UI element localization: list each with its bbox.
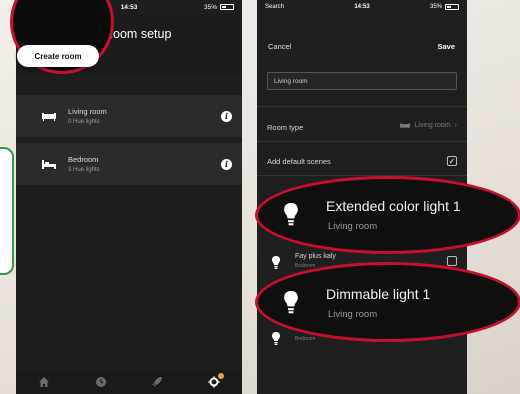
room-name: Bedroom: [68, 155, 99, 164]
status-time: 14:53: [120, 3, 138, 11]
status-battery-percent: 35%: [203, 3, 217, 11]
light-name: Extended color light 1: [326, 198, 461, 214]
bulb-icon: [272, 256, 280, 269]
rocket-icon[interactable]: [150, 375, 164, 389]
room-type-selector[interactable]: Living room ›: [400, 122, 457, 129]
room-row-bedroom[interactable]: Bedroom 3 Hue lights i: [16, 143, 242, 185]
room-type-label: Room type: [267, 123, 304, 132]
chevron-right-icon: ›: [454, 122, 457, 129]
gear-icon[interactable]: [207, 373, 224, 389]
save-button[interactable]: Save: [437, 42, 455, 51]
home-icon[interactable]: [37, 375, 51, 389]
page-title: Room setup: [104, 27, 172, 41]
tab-bar: [16, 370, 242, 394]
status-battery-percent: 35%: [429, 4, 442, 10]
sofa-icon: [42, 111, 56, 121]
sofa-icon: [400, 123, 411, 128]
background-card: [0, 147, 14, 275]
room-name-input[interactable]: [267, 72, 457, 90]
bulb-icon: [284, 203, 298, 226]
divider: [257, 141, 467, 142]
room-row-living-room[interactable]: Living room 0 Hue lights i: [16, 95, 242, 137]
default-scenes-checkbox[interactable]: ✓: [447, 156, 457, 166]
info-icon[interactable]: i: [221, 110, 232, 122]
light-room: Living room: [328, 309, 378, 320]
cancel-button[interactable]: Cancel: [268, 42, 291, 51]
clock-icon[interactable]: [94, 375, 108, 389]
info-icon[interactable]: i: [221, 158, 232, 170]
light-checkbox[interactable]: [447, 256, 457, 266]
light-name: Dimmable light 1: [326, 286, 431, 302]
highlighted-light-dimmable[interactable]: Dimmable light 1 Living room: [255, 262, 520, 342]
notification-badge: [217, 373, 224, 379]
light-name: Fay plus kaly: [295, 253, 336, 260]
bulb-icon: [272, 332, 280, 345]
bed-icon: [42, 159, 56, 169]
divider: [257, 106, 467, 107]
battery-icon: [445, 4, 459, 10]
status-carrier: Search: [265, 4, 285, 10]
room-light-count: 3 Hue lights: [68, 167, 100, 173]
create-room-button[interactable]: Create room: [17, 45, 99, 67]
light-room: Bedroom: [295, 336, 316, 342]
light-room: Living room: [328, 221, 378, 232]
status-bar: Search 14:53 35%: [257, 0, 467, 14]
status-time: 14:53: [354, 4, 370, 10]
battery-icon: [220, 4, 234, 10]
room-name: Living room: [68, 107, 107, 116]
bulb-icon: [284, 291, 298, 314]
room-type-value: Living room: [414, 122, 451, 129]
room-light-count: 0 Hue lights: [68, 119, 100, 125]
default-scenes-label: Add default scenes: [267, 157, 331, 166]
highlighted-light-extended-color[interactable]: Extended color light 1 Living room: [255, 176, 520, 254]
